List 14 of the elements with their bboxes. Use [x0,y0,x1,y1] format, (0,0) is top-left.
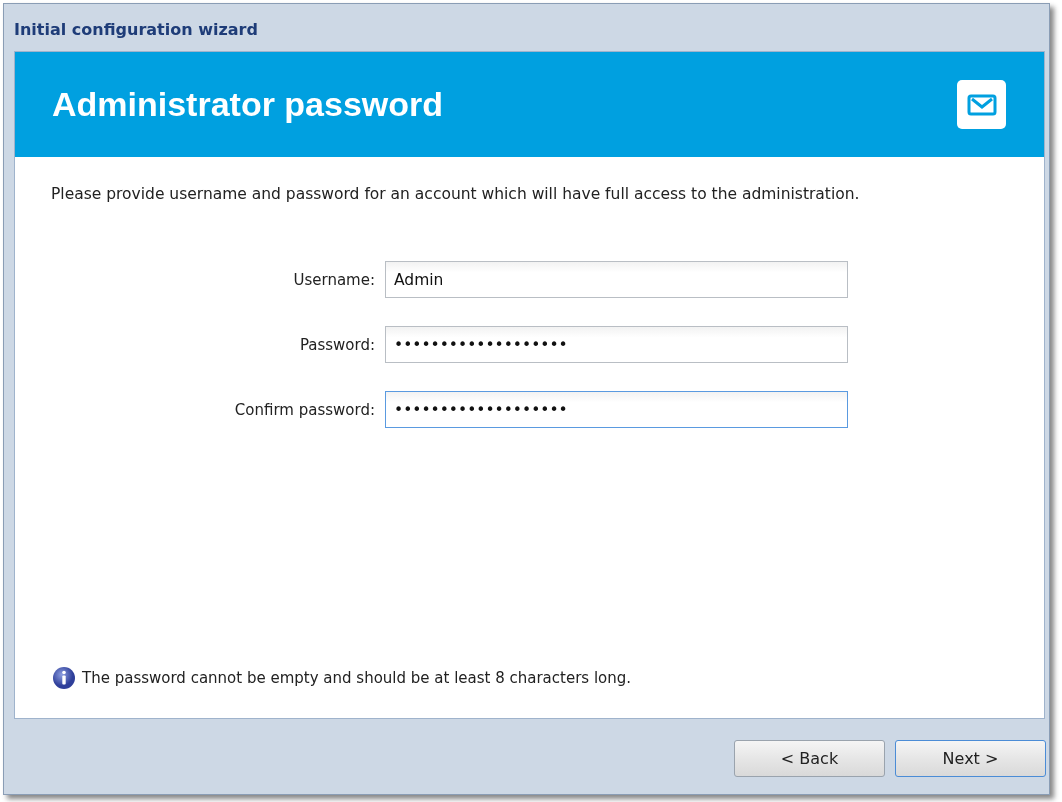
input-field[interactable]: ••••••••••••••••••• [385,391,848,429]
input-field[interactable]: ••••••••••••••••••• [385,326,848,364]
field-label: Password: [298,334,376,356]
intro-text: Please provide username and password for an account which will have full access to the administration. [51,184,861,205]
page-heading: Administrator password [52,84,444,125]
field-label: Username: [292,269,376,291]
info-icon [52,666,76,690]
field-label: Confirm password: [233,399,376,421]
next-button[interactable]: Next > [895,740,1046,777]
mail-icon [957,80,1006,129]
window-title: Initial configuration wizard [13,19,259,41]
back-button[interactable]: < Back [734,740,885,777]
hint-text: The password cannot be empty and should be at least 8 characters long. [82,667,632,689]
input-field[interactable]: Admin [385,261,848,299]
